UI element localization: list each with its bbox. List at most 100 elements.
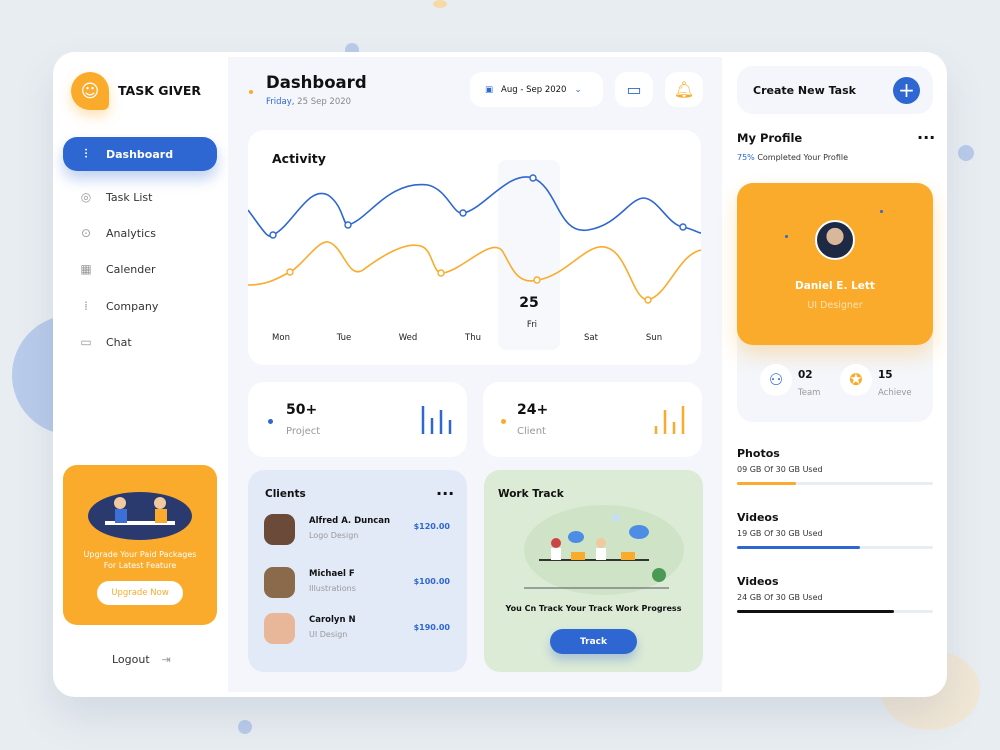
logout-icon: ⇥: [161, 653, 171, 666]
project-label: Project: [286, 426, 321, 437]
sidebar-item-chat[interactable]: ▭ Chat: [63, 325, 217, 359]
client-name: Michael F: [309, 569, 355, 579]
page-title: Dashboard: [266, 73, 367, 92]
client-count: 24+: [517, 402, 549, 418]
storage-progress-bar: [737, 546, 933, 549]
clients-title: Clients: [265, 488, 306, 500]
work-illustration: [524, 505, 684, 595]
client-bars: [654, 406, 685, 434]
plus-icon[interactable]: +: [893, 77, 920, 104]
client-avatar: [264, 567, 295, 598]
client-avatar: [264, 514, 295, 545]
avatar: [815, 220, 855, 260]
logo-icon: ☺: [71, 72, 109, 110]
sidebar-item-calender[interactable]: ▦ Calender: [63, 252, 217, 286]
logout-button[interactable]: Logout ⇥: [112, 653, 171, 666]
storage-progress-fill: [737, 610, 894, 613]
brand-name: TASK GIVER: [118, 83, 202, 98]
day-label[interactable]: Thu: [453, 333, 493, 343]
client-amount: $100.00: [413, 577, 450, 586]
storage-item: Photos 09 GB Of 30 GB Used: [737, 447, 933, 497]
day-label[interactable]: Wed: [388, 333, 428, 343]
client-role: Illustrations: [309, 584, 356, 593]
series-orange-line: [248, 241, 701, 301]
day-label[interactable]: Sat: [571, 333, 611, 343]
project-stat-card: 50+ Project: [248, 382, 467, 457]
day-label[interactable]: Fri: [512, 320, 552, 330]
storage-progress-fill: [737, 546, 861, 549]
stat-dot: [268, 419, 273, 424]
chevron-down-icon: ⌄: [574, 84, 582, 95]
storage-title: Videos: [737, 511, 779, 524]
calendar-icon: ▣: [485, 84, 494, 95]
team-icon: ⚇: [760, 364, 792, 396]
day-label[interactable]: Tue: [324, 333, 364, 343]
achieve-count: 15: [878, 369, 893, 381]
sidebar-item-analytics[interactable]: ⊙ Analytics: [63, 216, 217, 250]
messages-button[interactable]: ▭: [615, 72, 653, 107]
profile-role: UI Designer: [807, 300, 863, 311]
day-label[interactable]: Sun: [634, 333, 674, 343]
storage-progress-fill: [737, 482, 796, 485]
project-bars: [421, 406, 452, 434]
storage-used: 09 GB Of 30 GB Used: [737, 465, 823, 474]
storage-title: Videos: [737, 575, 779, 588]
sidebar-item-company[interactable]: ⁞ Company: [63, 289, 217, 323]
client-label: Client: [517, 426, 546, 437]
sidebar-item-label: Task List: [106, 190, 153, 204]
storage-progress-bar: [737, 482, 933, 485]
date-text: 25 Sep 2020: [297, 97, 352, 107]
profile-name: Daniel E. Lett: [795, 280, 875, 292]
clients-card: Clients ··· Alfred A. Duncan Logo Design $…: [248, 470, 467, 672]
decor-dot: [238, 720, 252, 734]
create-task-panel[interactable]: Create New Task +: [737, 66, 933, 114]
team-count: 02: [798, 369, 813, 381]
work-track-card: Work Track You Cn Track Your Track Work …: [484, 470, 703, 672]
activity-card: Activity 25 Mon Tue Wed Thu Fri Sat Sun: [248, 130, 701, 365]
work-track-title: Work Track: [498, 488, 564, 500]
decor-dot: [958, 145, 974, 161]
logout-label: Logout: [112, 653, 150, 666]
message-icon: ▭: [626, 80, 642, 99]
date-range-picker[interactable]: ▣ Aug - Sep 2020 ⌄: [470, 72, 603, 107]
client-name: Alfred A. Duncan: [309, 516, 391, 526]
storage-item: Videos 24 GB Of 30 GB Used: [737, 575, 933, 625]
app-window: ☺ TASK GIVER ⫶ Dashboard ◎ Task List ⊙ Anal…: [53, 52, 947, 697]
profile-card: Daniel E. Lett UI Designer: [737, 183, 933, 345]
more-options-icon[interactable]: ···: [436, 484, 454, 503]
track-button[interactable]: Track: [550, 629, 637, 654]
client-role: UI Design: [309, 630, 348, 639]
day-label[interactable]: Mon: [261, 333, 301, 343]
create-task-label: Create New Task: [753, 84, 856, 97]
profile-completion: 75% Completed Your Profile: [737, 153, 848, 162]
upgrade-now-button[interactable]: Upgrade Now: [97, 581, 183, 605]
work-track-text: You Cn Track Your Track Work Progress: [505, 604, 682, 613]
client-amount: $120.00: [413, 522, 450, 531]
upgrade-promo: Upgrade Your Paid Packages For Latest Fe…: [63, 465, 217, 625]
current-day: Friday,: [266, 97, 295, 107]
notifications-button[interactable]: 🔔︎: [665, 72, 703, 107]
selected-day-number: 25: [519, 295, 539, 311]
client-row[interactable]: Michael F Illustrations $100.00: [264, 567, 454, 599]
promo-illustration: [88, 492, 192, 540]
client-role: Logo Design: [309, 531, 359, 540]
sidebar-item-task-list[interactable]: ◎ Task List: [63, 180, 217, 214]
client-name: Carolyn N: [309, 615, 356, 625]
promo-text: Upgrade Your Paid Packages For Latest Fe…: [83, 550, 197, 570]
sidebar-item-label: Calender: [106, 262, 156, 276]
profile-more-icon[interactable]: ···: [917, 128, 935, 147]
user-icon: ◎: [80, 190, 92, 204]
company-icon: ⁞: [84, 299, 88, 313]
sidebar-item-label: Chat: [106, 335, 132, 349]
sidebar-item-dashboard[interactable]: ⫶ Dashboard: [63, 137, 217, 171]
calendar-icon: ▦: [80, 262, 92, 276]
profile-completed-label: Completed Your Profile: [757, 153, 848, 162]
client-row[interactable]: Alfred A. Duncan Logo Design $120.00: [264, 514, 454, 546]
sidebar-item-label: Company: [106, 299, 159, 313]
search-icon: ⊙: [80, 226, 92, 240]
chat-icon: ▭: [80, 335, 92, 349]
chart-icon: ⫶: [84, 146, 88, 161]
client-row[interactable]: Carolyn N UI Design $190.00: [264, 613, 454, 645]
decor-dot: [880, 210, 883, 213]
decor-dot: [433, 0, 447, 8]
